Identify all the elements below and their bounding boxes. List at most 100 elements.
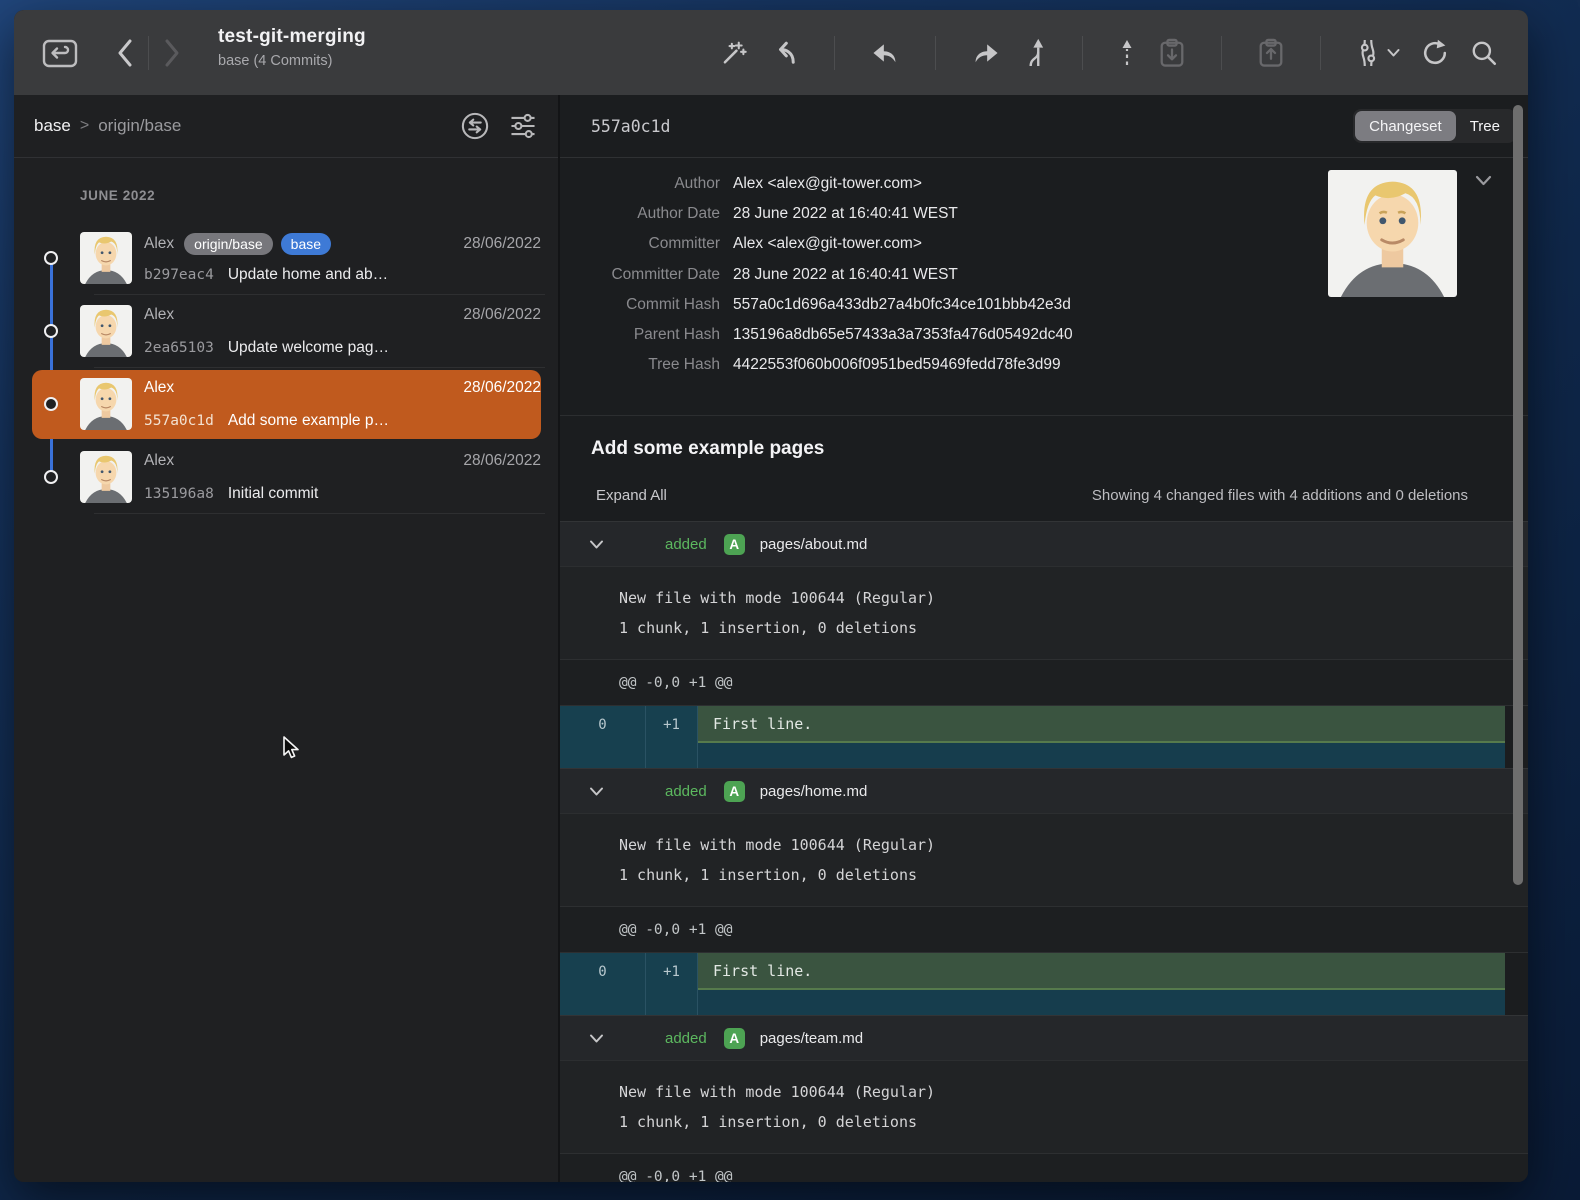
workflow-dropdown[interactable] [1355, 37, 1400, 69]
title-bar: test-git-merging base (4 Commits) [14, 10, 1528, 95]
merge-icon[interactable] [1022, 37, 1048, 69]
breadcrumb-branch[interactable]: base [34, 116, 71, 136]
forward-button[interactable] [163, 38, 181, 68]
history-sidebar: base > origin/base JUNE 2022 [14, 95, 560, 1182]
breadcrumb-separator: > [80, 117, 89, 135]
commit-list: JUNE 2022 Alex origin/ [14, 158, 558, 1182]
redo-icon[interactable] [970, 38, 1002, 68]
commit-message: Add some example p… [228, 412, 389, 430]
toolbar-divider [834, 36, 835, 70]
commit-graph-node [44, 324, 58, 338]
commit-graph-node [44, 470, 58, 484]
scrollbar-thumb[interactable] [1513, 105, 1523, 885]
added-badge: A [724, 1028, 745, 1049]
commit-graph-node [44, 251, 58, 265]
tab-changeset[interactable]: Changeset [1355, 111, 1456, 141]
file-path: pages/home.md [760, 783, 868, 800]
hunk-header: @@ -0,0 +1 @@ [560, 659, 1528, 706]
commit-row-selected[interactable]: Alex 28/06/2022 557a0c1d Add some exampl… [14, 368, 558, 441]
chevron-down-icon[interactable] [589, 539, 604, 550]
changes-summary: Showing 4 changed files with 4 additions… [1092, 487, 1468, 504]
magic-wand-icon[interactable] [718, 38, 748, 68]
old-line-number: 0 [560, 706, 646, 743]
meta-label: Author [560, 169, 733, 199]
commit-row[interactable]: Alex 28/06/2022 135196a8 Initial commit [14, 441, 558, 514]
meta-value: 135196a8db65e57433a3a7353fa476d05492dc40 [733, 320, 1073, 350]
meta-label: Committer Date [560, 260, 733, 290]
commit-row[interactable]: Alex origin/base base 28/06/2022 b297eac… [14, 222, 558, 295]
commit-hash: 2ea65103 [144, 340, 214, 356]
breadcrumb: base > origin/base [14, 95, 558, 158]
remote-branch-pill[interactable]: origin/base [184, 233, 273, 255]
commit-author: Alex [144, 452, 174, 470]
rebase-icon[interactable] [1117, 37, 1137, 69]
filter-sliders-icon[interactable] [508, 111, 538, 141]
commit-date: 28/06/2022 [463, 379, 541, 397]
file-diff-section: added A pages/team.md New file with mode… [560, 1015, 1528, 1182]
meta-label: Tree Hash [560, 350, 733, 380]
expand-all-button[interactable]: Expand All [596, 487, 667, 504]
search-icon[interactable] [1470, 39, 1498, 67]
detail-scroll-area[interactable]: AuthorAlex <alex@git-tower.com> Author D… [560, 158, 1528, 1182]
file-header[interactable]: added A pages/team.md [560, 1016, 1528, 1060]
avatar [80, 305, 132, 357]
meta-value: 28 June 2022 at 16:40:41 WEST [733, 260, 958, 290]
new-line-number: +1 [646, 953, 698, 990]
push-icon[interactable] [1256, 37, 1286, 69]
old-line-number: 0 [560, 953, 646, 990]
avatar [80, 232, 132, 284]
diff-line-text: First line. [698, 953, 1505, 990]
file-header[interactable]: added A pages/home.md [560, 769, 1528, 813]
chevron-down-icon[interactable] [589, 1033, 604, 1044]
added-badge: A [724, 781, 745, 802]
pull-icon[interactable] [1157, 37, 1187, 69]
repo-switch-button[interactable] [40, 36, 80, 70]
diff-line-text: First line. [698, 706, 1505, 743]
diff-added-line[interactable]: 0 +1 First line. [560, 706, 1505, 743]
file-header[interactable]: added A pages/about.md [560, 522, 1528, 566]
back-button[interactable] [116, 38, 134, 68]
meta-label: Committer [560, 229, 733, 259]
added-badge: A [724, 534, 745, 555]
file-info: New file with mode 100644 (Regular) 1 ch… [560, 813, 1528, 906]
commit-hash: 557a0c1d [144, 413, 214, 429]
detail-commit-hash: 557a0c1d [591, 117, 670, 136]
breadcrumb-upstream[interactable]: origin/base [98, 116, 181, 136]
refresh-icon[interactable] [1420, 38, 1450, 68]
view-toggle: Changeset Tree [1353, 109, 1516, 143]
file-mode-info: New file with mode 100644 (Regular) [619, 583, 1528, 613]
local-branch-pill[interactable]: base [281, 233, 331, 255]
commit-date: 28/06/2022 [463, 235, 541, 253]
commit-author: Alex [144, 235, 174, 253]
file-diff-section: added A pages/home.md New file with mode… [560, 768, 1528, 1015]
tab-tree[interactable]: Tree [1456, 111, 1514, 141]
compare-icon[interactable] [460, 111, 490, 141]
discard-icon[interactable] [869, 38, 901, 68]
commit-message-heading: Add some example pages [591, 438, 1468, 460]
file-chunk-info: 1 chunk, 1 insertion, 0 deletions [619, 860, 1528, 890]
commit-hash: 135196a8 [144, 486, 214, 502]
meta-value: Alex <alex@git-tower.com> [733, 169, 922, 199]
file-status: added [665, 536, 707, 553]
collapse-details-chevron[interactable] [1475, 174, 1492, 187]
mouse-cursor [283, 736, 305, 765]
app-window: test-git-merging base (4 Commits) [14, 10, 1528, 1182]
commit-message: Initial commit [228, 485, 318, 503]
avatar [80, 378, 132, 430]
month-header: JUNE 2022 [80, 188, 155, 203]
file-diff-section: added A pages/about.md New file with mod… [560, 521, 1528, 768]
toolbar-divider [1082, 36, 1083, 70]
undo-outline-icon[interactable] [768, 38, 800, 68]
new-line-number: +1 [646, 706, 698, 743]
commit-detail-panel: 557a0c1d Changeset Tree AuthorAlex <alex… [560, 95, 1528, 1182]
window-title: test-git-merging [218, 26, 366, 48]
diff-added-line[interactable]: 0 +1 First line. [560, 953, 1505, 990]
meta-value: Alex <alex@git-tower.com> [733, 229, 922, 259]
chevron-down-icon[interactable] [589, 786, 604, 797]
meta-label: Commit Hash [560, 290, 733, 320]
commit-author: Alex [144, 379, 174, 397]
file-status: added [665, 783, 707, 800]
meta-label: Author Date [560, 199, 733, 229]
commit-row[interactable]: Alex 28/06/2022 2ea65103 Update welcome … [14, 295, 558, 368]
file-info: New file with mode 100644 (Regular) 1 ch… [560, 1060, 1528, 1153]
